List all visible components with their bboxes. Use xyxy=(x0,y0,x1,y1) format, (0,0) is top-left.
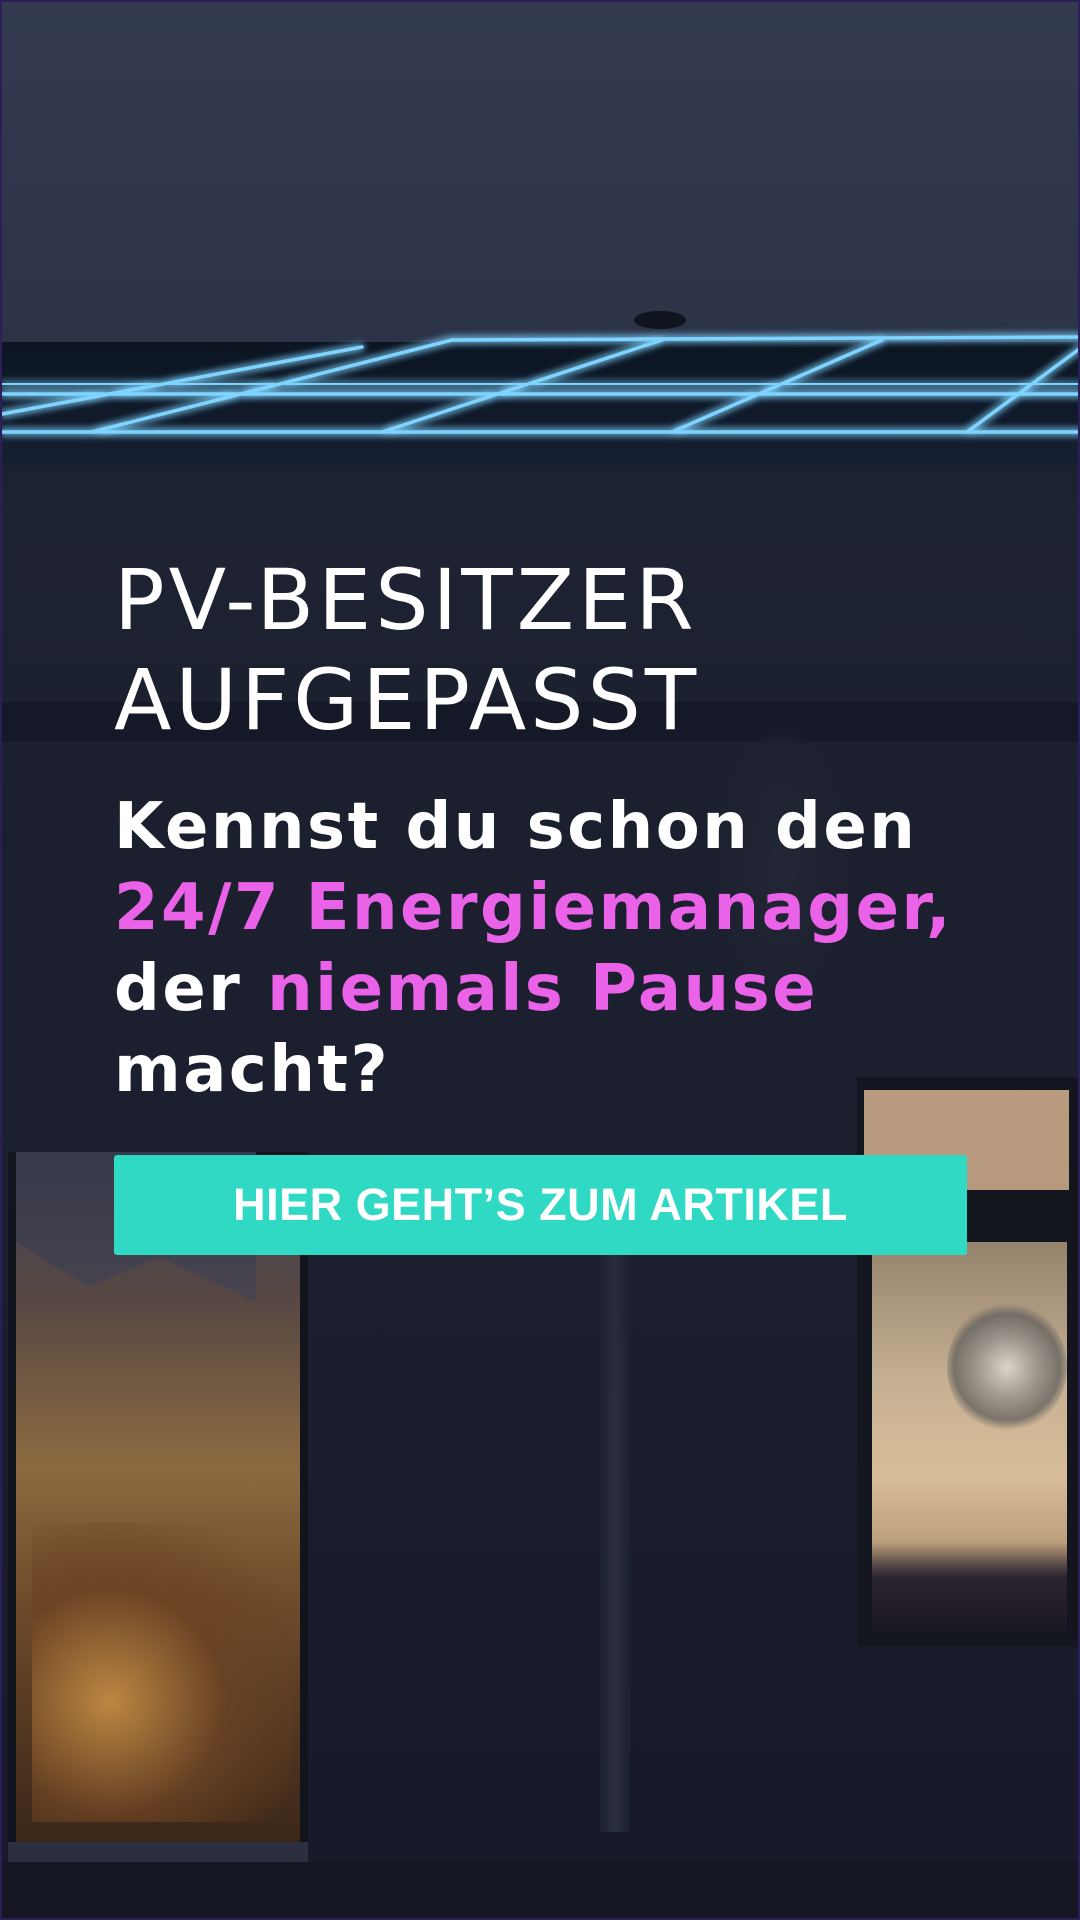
subheadline-line-3: der niemals Pause xyxy=(114,949,1014,1030)
interior-light-glow xyxy=(32,1522,292,1822)
article-cta-label: HIER GEHT’S ZUM ARTIKEL xyxy=(233,1179,848,1230)
ad-banner: PV-BESITZER AUFGEPASST Kennst du schon d… xyxy=(0,0,1080,1920)
window-sill xyxy=(8,1842,308,1862)
article-cta-button[interactable]: HIER GEHT’S ZUM ARTIKEL xyxy=(114,1155,967,1255)
subheadline-der: der xyxy=(114,952,243,1026)
headline: PV-BESITZER AUFGEPASST xyxy=(114,550,1014,750)
subheadline-line-4: macht? xyxy=(114,1033,391,1107)
headline-line-2: AUFGEPASST xyxy=(114,651,701,749)
ground xyxy=(2,1862,1078,1918)
headline-line-1: PV-BESITZER xyxy=(114,551,698,649)
subheadline-highlight-energiemanager: 24/7 Energiemanager, xyxy=(114,871,953,945)
interior-silhouettes xyxy=(872,1542,1067,1632)
subheadline-highlight-niemals-pause: niemals Pause xyxy=(267,952,819,1026)
subheadline-line-1: Kennst du schon den xyxy=(114,790,918,864)
subheadline: Kennst du schon den 24/7 Energiemanager,… xyxy=(114,787,1014,1111)
